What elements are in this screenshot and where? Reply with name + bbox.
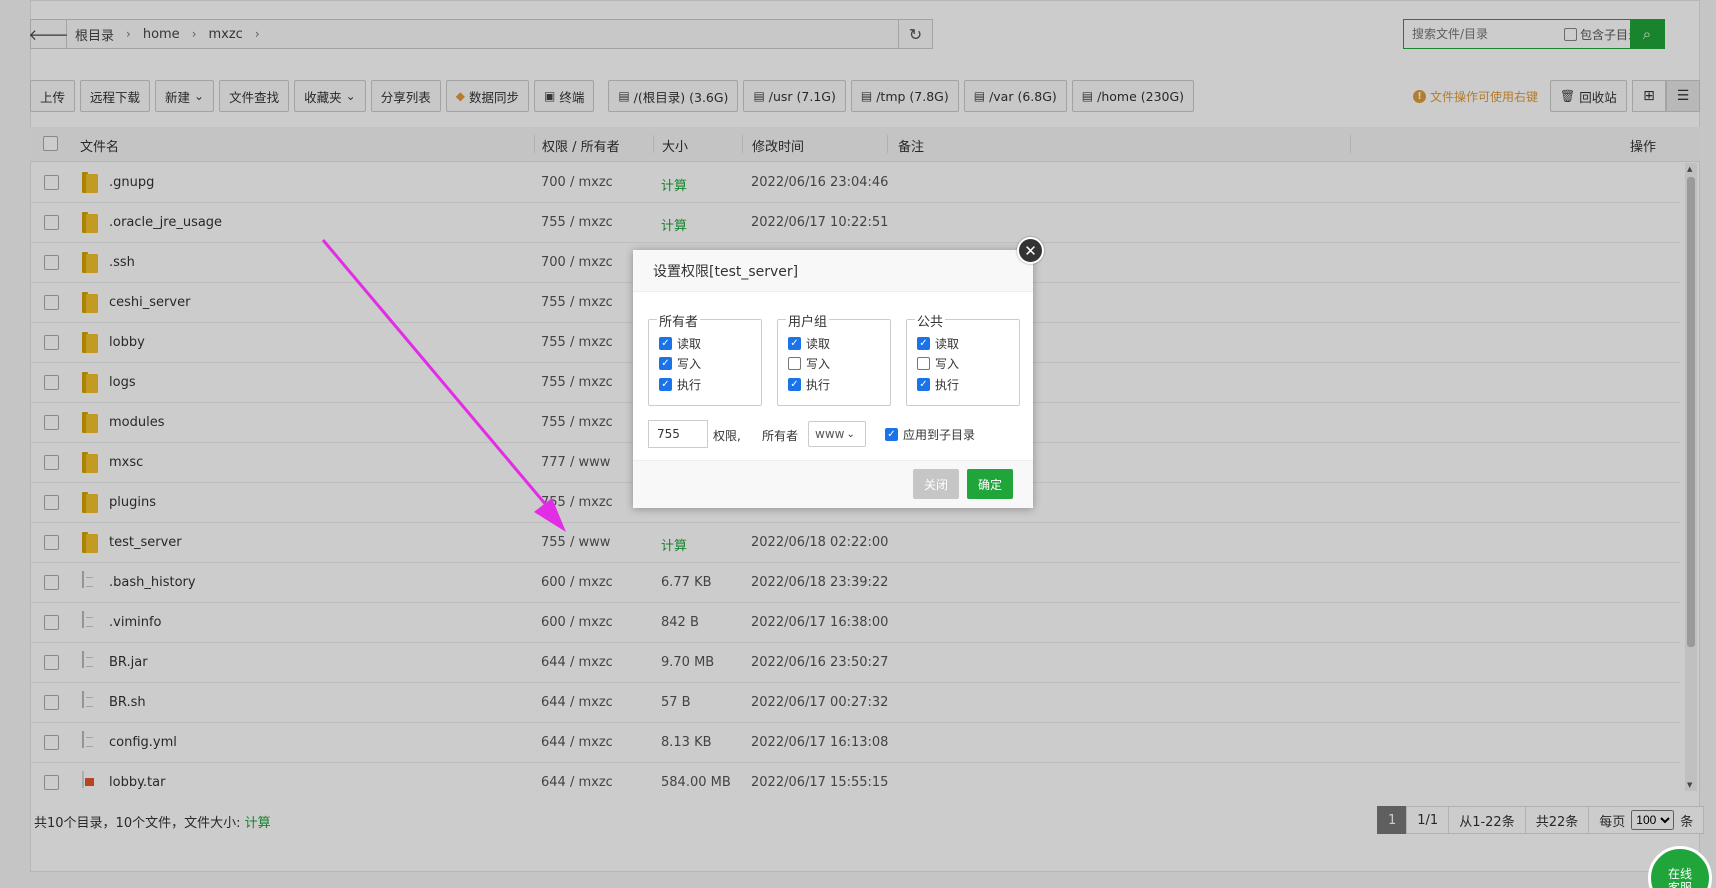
apply-subdir-checkbox[interactable]: ✓ <box>885 428 898 441</box>
owner-select[interactable]: www ⌄ <box>808 421 866 447</box>
service-label-2: 客服 <box>1667 881 1692 888</box>
checkbox[interactable]: ✓ <box>917 378 930 391</box>
checkbox[interactable] <box>788 357 801 370</box>
checkbox-label: 执行 <box>806 378 831 392</box>
close-icon: ✕ <box>1024 241 1037 260</box>
dialog-cancel-button[interactable]: 关闭 <box>913 469 959 499</box>
owner-permissions: 所有者 ✓ 读取 ✓ 写入 ✓ 执行 <box>648 311 762 406</box>
group-legend: 用户组 <box>786 311 830 330</box>
checkbox-label: 写入 <box>806 357 831 371</box>
checkbox-label: 读取 <box>935 337 960 351</box>
checkbox[interactable]: ✓ <box>659 337 672 350</box>
public-permissions: 公共 ✓ 读取 写入 ✓ 执行 <box>906 311 1020 406</box>
group-permissions: 用户组 ✓ 读取 写入 ✓ 执行 <box>777 311 891 406</box>
checkbox-label: 执行 <box>935 378 960 392</box>
group-exec[interactable]: ✓ 执行 <box>788 376 830 393</box>
chevron-down-icon: ⌄ <box>846 428 855 440</box>
checkbox-label: 执行 <box>677 378 702 392</box>
owner-write[interactable]: ✓ 写入 <box>659 355 701 372</box>
checkbox[interactable]: ✓ <box>659 378 672 391</box>
checkbox[interactable]: ✓ <box>788 378 801 391</box>
owner-read[interactable]: ✓ 读取 <box>659 335 701 352</box>
checkbox-label: 读取 <box>806 337 831 351</box>
permission-label: 权限, <box>713 429 741 443</box>
checkbox[interactable]: ✓ <box>917 337 930 350</box>
owner-label: 所有者 <box>762 429 799 443</box>
group-read[interactable]: ✓ 读取 <box>788 335 830 352</box>
owner-legend: 所有者 <box>657 311 701 330</box>
checkbox[interactable]: ✓ <box>788 337 801 350</box>
service-label-1: 在线 <box>1667 867 1692 881</box>
dialog-confirm-button[interactable]: 确定 <box>967 469 1013 499</box>
checkbox[interactable]: ✓ <box>659 357 672 370</box>
owner-select-value: www <box>815 427 845 441</box>
public-read[interactable]: ✓ 读取 <box>917 335 959 352</box>
checkbox[interactable] <box>917 357 930 370</box>
public-write[interactable]: 写入 <box>917 355 959 372</box>
apply-subdir-toggle[interactable]: ✓ 应用到子目录 <box>885 426 975 443</box>
owner-exec[interactable]: ✓ 执行 <box>659 376 701 393</box>
checkbox-label: 写入 <box>935 357 960 371</box>
file-manager-page: 🡐 根目录› home› mxzc› ↻ 包含子目录 ⌕ 上传 远程下载 新建⌄… <box>0 0 1716 888</box>
permission-dialog: 设置权限[test_server] 所有者 ✓ 读取 ✓ 写入 ✓ 执行 用户组 ✓ 读… <box>633 250 1033 508</box>
group-write[interactable]: 写入 <box>788 355 830 372</box>
public-exec[interactable]: ✓ 执行 <box>917 376 959 393</box>
public-legend: 公共 <box>915 311 946 330</box>
permission-value-input[interactable] <box>648 420 708 448</box>
checkbox-label: 写入 <box>677 357 702 371</box>
checkbox-label: 读取 <box>677 337 702 351</box>
apply-subdir-label: 应用到子目录 <box>903 428 976 442</box>
dialog-close-button[interactable]: ✕ <box>1017 237 1044 264</box>
dialog-title: 设置权限[test_server] <box>633 250 1033 292</box>
